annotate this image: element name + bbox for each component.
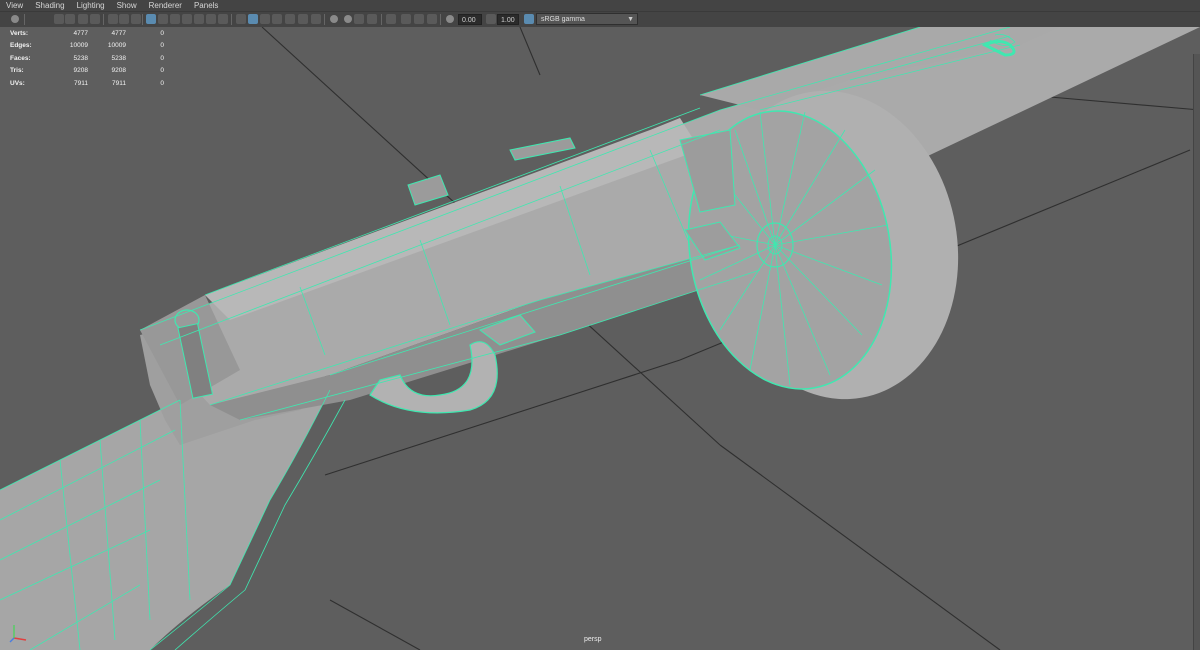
panel-menu-bar: View Shading Lighting Show Renderer Pane… [0, 0, 1200, 11]
backface-culling-icon[interactable] [427, 14, 437, 24]
exposure-field[interactable]: 0.00 [458, 14, 482, 25]
shaded-wireframe-icon[interactable] [248, 14, 258, 24]
menu-lighting[interactable]: Lighting [71, 0, 111, 11]
menu-panels[interactable]: Panels [188, 0, 224, 11]
2d-pan-zoom-icon[interactable] [90, 14, 100, 24]
hud-value: 10009 [69, 42, 88, 50]
xray-icon[interactable] [367, 14, 377, 24]
hud-value: 0 [160, 29, 164, 37]
hud-row: Verts: 4777 4777 0 [10, 27, 164, 40]
hud-label: Tris: [10, 67, 24, 75]
grid-icon[interactable] [119, 14, 129, 24]
safe-action-icon[interactable] [182, 14, 192, 24]
wireframe-on-shaded-icon[interactable] [236, 14, 246, 24]
chevron-down-icon: ▼ [627, 16, 634, 23]
hud-value: 7911 [74, 79, 88, 87]
isolate-select-icon[interactable] [354, 14, 364, 24]
viewport-right-edge [1193, 54, 1200, 650]
toolbar-separator [440, 14, 441, 25]
hud-row: Faces: 5238 5238 0 [10, 52, 164, 65]
hud-value: 4777 [111, 29, 126, 37]
toolbar-separator [103, 14, 104, 25]
shadows-icon[interactable] [285, 14, 295, 24]
toolbar-separator [231, 14, 232, 25]
menu-shading[interactable]: Shading [29, 0, 70, 11]
menu-view[interactable]: View [0, 0, 29, 11]
axis-gizmo-icon [9, 625, 27, 643]
gate-mask-icon[interactable] [158, 14, 168, 24]
hud-value: 0 [160, 42, 164, 50]
hud-value: 9208 [111, 67, 126, 75]
bookmark-icon[interactable] [65, 14, 75, 24]
hud-label: Edges: [10, 42, 32, 50]
gamma-field[interactable]: 1.00 [497, 14, 519, 25]
hud-value: 0 [160, 54, 164, 62]
camera-attributes-icon[interactable] [54, 14, 64, 24]
view-transform-select[interactable]: sRGB gamma ▼ [536, 13, 638, 25]
hud-value: 10009 [107, 42, 126, 50]
hud-value: 5238 [111, 54, 126, 62]
color-management-icon[interactable] [524, 14, 534, 24]
field-chart-icon[interactable] [170, 14, 180, 24]
multisample-aa-icon[interactable] [330, 15, 338, 23]
resolution-gate-icon[interactable] [146, 14, 156, 24]
image-plane-icon[interactable] [78, 14, 88, 24]
smooth-shade-icon[interactable] [218, 14, 228, 24]
screen-space-ao-icon[interactable] [298, 14, 308, 24]
xray-joints-icon[interactable] [386, 14, 396, 24]
hud-value: 5238 [73, 54, 88, 62]
camera-name-label: persp [584, 636, 602, 643]
hud-label: Verts: [10, 29, 29, 37]
hud-value: 4777 [73, 29, 88, 37]
grease-pencil-icon[interactable] [108, 14, 118, 24]
hud-row: Tris: 9208 9208 0 [10, 65, 164, 78]
hud-value: 9208 [73, 67, 88, 75]
hud-label: UVs: [10, 79, 25, 87]
film-gate-icon[interactable] [131, 14, 141, 24]
hud-value: 0 [160, 67, 164, 75]
exposure-icon[interactable] [446, 15, 454, 23]
motion-blur-icon[interactable] [311, 14, 321, 24]
poly-count-hud: Verts: 4777 4777 0 Edges: 10009 10009 0 … [10, 27, 164, 90]
select-camera-icon[interactable] [11, 15, 19, 23]
view-transform-value: sRGB gamma [541, 16, 585, 23]
depth-of-field-icon[interactable] [344, 15, 352, 23]
use-all-lights-icon[interactable] [272, 14, 282, 24]
hud-row: UVs: 7911 7911 0 [10, 77, 164, 90]
hud-row: Edges: 10009 10009 0 [10, 40, 164, 53]
viewport-canvas [0, 27, 1200, 650]
safe-title-icon[interactable] [194, 14, 204, 24]
gamma-icon[interactable] [486, 14, 496, 24]
panel-toolbar: 0.00 1.00 sRGB gamma ▼ [0, 11, 1200, 28]
textured-icon[interactable] [260, 14, 270, 24]
hud-value: 7911 [112, 79, 126, 87]
xray-active-components-icon[interactable] [401, 14, 411, 24]
wireframe-icon[interactable] [206, 14, 216, 24]
menu-show[interactable]: Show [111, 0, 143, 11]
toolbar-separator [142, 14, 143, 25]
hud-value: 0 [160, 79, 164, 87]
toolbar-separator [324, 14, 325, 25]
selection-highlight-icon[interactable] [414, 14, 424, 24]
menu-renderer[interactable]: Renderer [143, 0, 188, 11]
hud-label: Faces: [10, 54, 31, 62]
toolbar-separator [381, 14, 382, 25]
toolbar-separator [24, 14, 25, 25]
viewport-panel[interactable] [0, 27, 1200, 650]
